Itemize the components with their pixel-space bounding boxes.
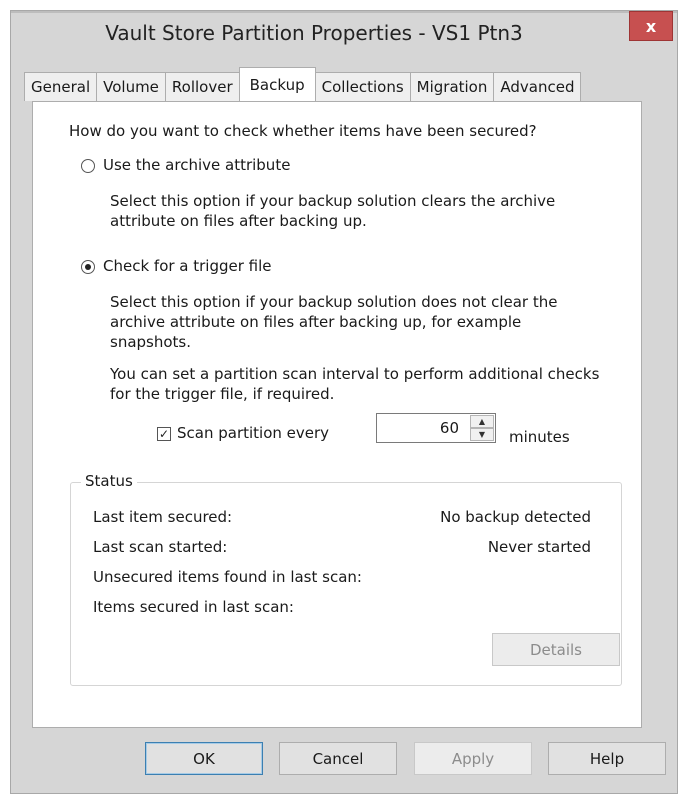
chevron-up-icon: ▲ bbox=[478, 417, 486, 426]
close-icon: x bbox=[645, 16, 657, 36]
trigger-file-description-2: archive attribute on files after backing… bbox=[110, 313, 522, 331]
status-group: Status Last item secured: No backup dete… bbox=[70, 472, 622, 686]
last-item-secured-label: Last item secured: bbox=[93, 508, 233, 526]
tab-volume[interactable]: Volume bbox=[96, 72, 166, 101]
tab-collections[interactable]: Collections bbox=[314, 72, 411, 101]
tab-rollover[interactable]: Rollover bbox=[164, 72, 240, 101]
chevron-down-icon: ▼ bbox=[478, 430, 486, 439]
archive-attribute-description-2: attribute on files after backing up. bbox=[110, 212, 367, 230]
trigger-file-label[interactable]: Check for a trigger file bbox=[103, 257, 272, 276]
spin-down-button[interactable]: ▼ bbox=[470, 428, 494, 441]
tab-strip: General Volume Rollover Backup Collectio… bbox=[24, 67, 582, 102]
unsecured-items-label: Unsecured items found in last scan: bbox=[93, 568, 362, 586]
scan-interval-description-2: for the trigger file, if required. bbox=[110, 385, 335, 403]
backup-tab-panel: How do you want to check whether items h… bbox=[32, 101, 642, 728]
scan-interval-value[interactable]: 60 bbox=[440, 419, 459, 437]
cancel-button[interactable]: Cancel bbox=[279, 742, 397, 775]
tab-backup[interactable]: Backup bbox=[238, 67, 316, 101]
spin-up-button[interactable]: ▲ bbox=[470, 415, 494, 428]
tab-migration[interactable]: Migration bbox=[409, 72, 495, 101]
trigger-file-description: Select this option if your backup soluti… bbox=[110, 293, 558, 311]
minutes-unit-label: minutes bbox=[509, 428, 570, 446]
tab-advanced[interactable]: Advanced bbox=[493, 72, 582, 101]
trigger-file-radio[interactable] bbox=[81, 260, 95, 274]
check-mark-icon: ✓ bbox=[158, 427, 170, 441]
scan-interval-stepper[interactable]: 60 ▲ ▼ bbox=[376, 413, 496, 443]
items-secured-label: Items secured in last scan: bbox=[93, 598, 294, 616]
last-scan-started-label: Last scan started: bbox=[93, 538, 228, 556]
help-button[interactable]: Help bbox=[548, 742, 666, 775]
ok-button[interactable]: OK bbox=[145, 742, 263, 775]
scan-interval-description: You can set a partition scan interval to… bbox=[110, 365, 600, 383]
window-title: Vault Store Partition Properties - VS1 P… bbox=[105, 21, 523, 45]
details-button[interactable]: Details bbox=[492, 633, 620, 666]
tab-general[interactable]: General bbox=[24, 72, 98, 101]
trigger-file-description-3: snapshots. bbox=[110, 333, 191, 351]
scan-partition-checkbox[interactable]: ✓ bbox=[157, 427, 171, 441]
scan-partition-label[interactable]: Scan partition every bbox=[177, 424, 329, 443]
archive-attribute-label[interactable]: Use the archive attribute bbox=[103, 156, 290, 175]
apply-button[interactable]: Apply bbox=[414, 742, 532, 775]
last-item-secured-value: No backup detected bbox=[440, 508, 591, 526]
status-group-label: Status bbox=[81, 472, 137, 490]
backup-question: How do you want to check whether items h… bbox=[69, 122, 537, 140]
close-button[interactable]: x bbox=[629, 11, 673, 41]
archive-attribute-description: Select this option if your backup soluti… bbox=[110, 192, 556, 210]
last-scan-started-value: Never started bbox=[487, 538, 591, 556]
archive-attribute-radio[interactable] bbox=[81, 159, 95, 173]
